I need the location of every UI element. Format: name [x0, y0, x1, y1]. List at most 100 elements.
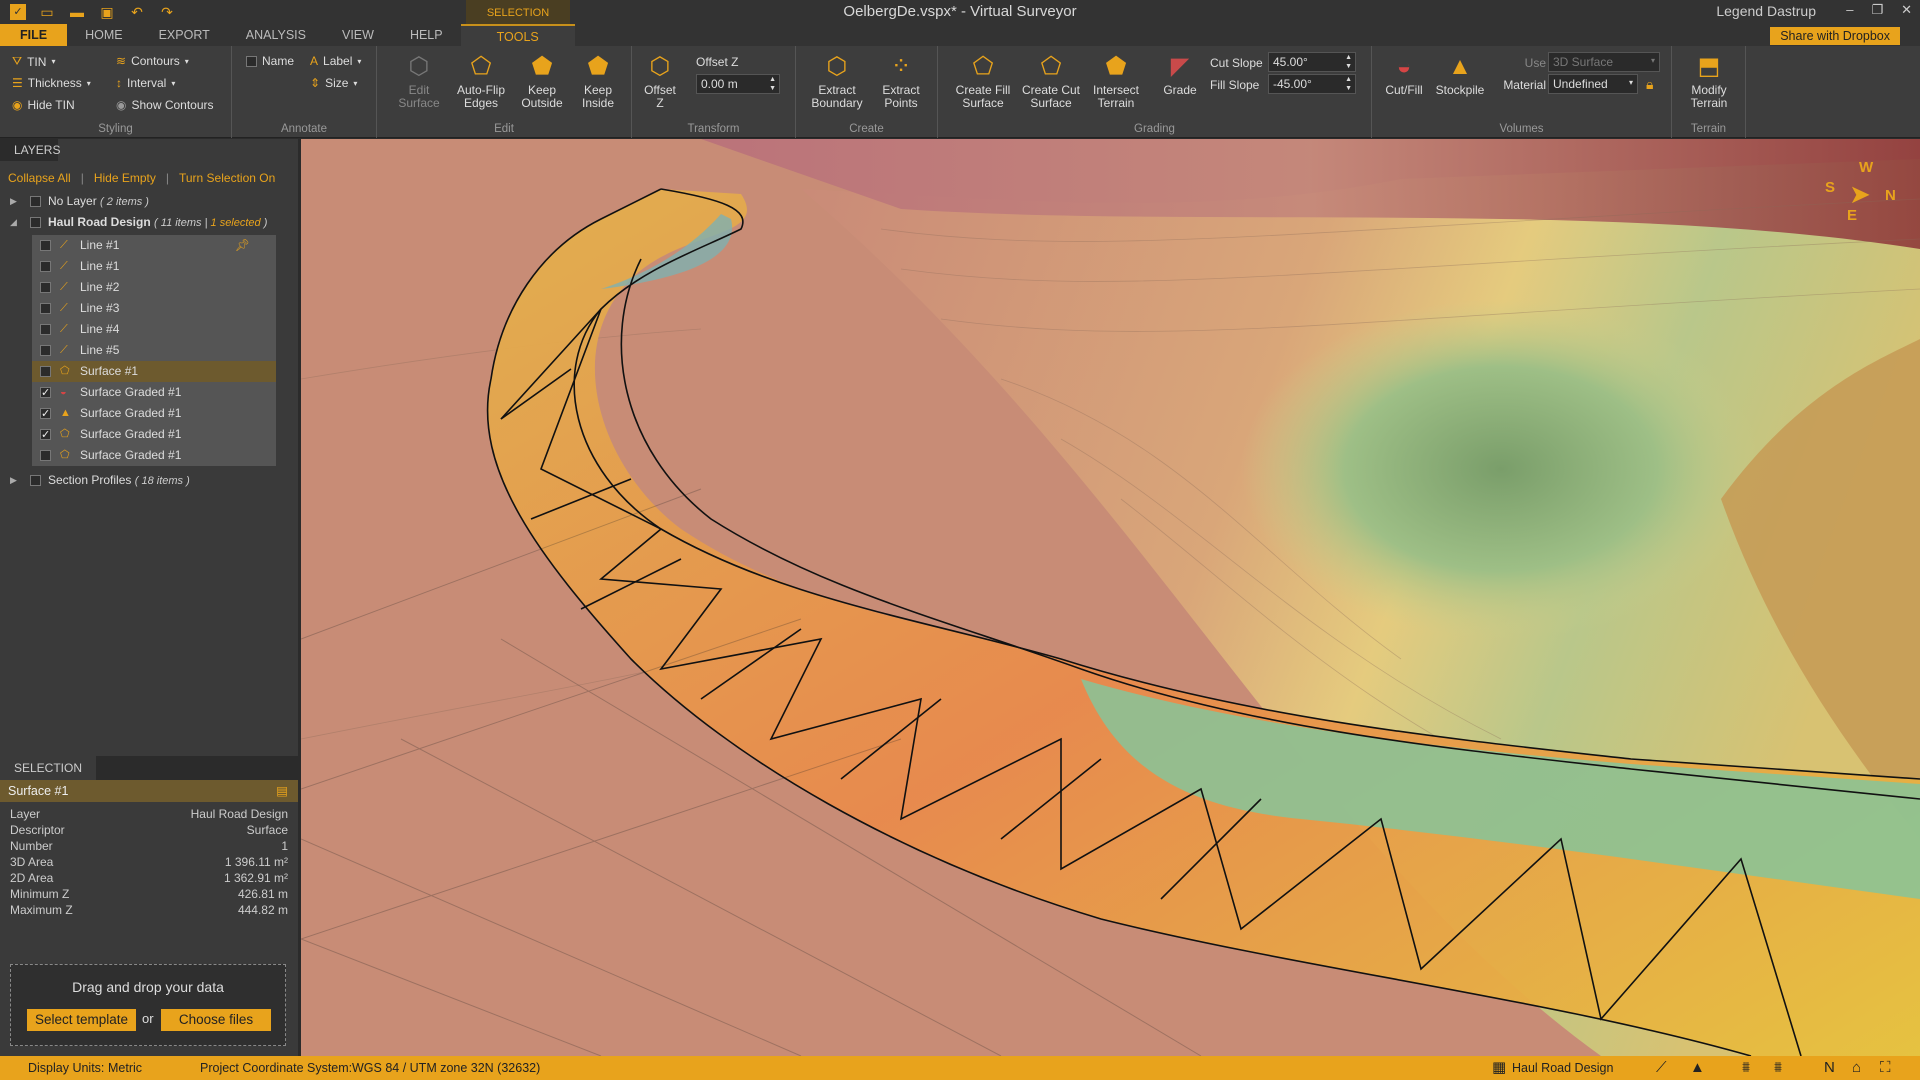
collapse-icon[interactable]: ◢: [10, 212, 17, 233]
create-cut-surface-button[interactable]: ⬠ Create Cut Surface: [1018, 52, 1084, 110]
list-item-selected[interactable]: ⬠ Surface #1: [32, 361, 276, 382]
minimize-icon[interactable]: –: [1846, 2, 1853, 18]
offset-z-input[interactable]: 0.00 m ▲ ▼: [696, 74, 780, 94]
item-checkbox[interactable]: [40, 324, 51, 335]
item-checkbox[interactable]: [40, 345, 51, 356]
item-checkbox[interactable]: [40, 450, 51, 461]
label-dropdown[interactable]: A Label ▾: [310, 54, 361, 68]
restore-icon[interactable]: ❐: [1871, 2, 1883, 18]
tin-dropdown[interactable]: ⛛ TIN ▾: [12, 54, 55, 69]
fullscreen-icon[interactable]: ⛶: [1880, 1056, 1891, 1080]
north-icon[interactable]: N: [1824, 1056, 1835, 1080]
tab-tools[interactable]: TOOLS: [460, 24, 575, 46]
list-item[interactable]: ⟋ Line #1 📌︎: [32, 235, 276, 256]
offset-z-button[interactable]: ⬡ Offset Z: [638, 52, 682, 110]
undo-icon[interactable]: ↶: [128, 4, 146, 21]
name-checkbox[interactable]: Name: [246, 54, 294, 68]
tab-home[interactable]: HOME: [67, 24, 141, 46]
collapse-all-link[interactable]: Collapse All: [8, 171, 71, 185]
list-item[interactable]: ⟋ Line #2: [32, 277, 276, 298]
selection-header[interactable]: SELECTION: [0, 756, 97, 780]
app-logo-icon[interactable]: ✓: [10, 4, 26, 20]
fill-slope-input[interactable]: -45.00° ▲ ▼: [1268, 74, 1356, 94]
item-checkbox[interactable]: [40, 404, 51, 425]
item-checkbox[interactable]: [40, 261, 51, 272]
hide-empty-link[interactable]: Hide Empty: [94, 171, 156, 185]
auto-flip-edges-button[interactable]: ⬠ Auto-Flip Edges: [451, 52, 511, 110]
tab-export[interactable]: EXPORT: [141, 24, 228, 46]
grade-button[interactable]: ◤ Grade: [1160, 52, 1200, 97]
item-checkbox[interactable]: [40, 383, 51, 404]
show-contours-button[interactable]: ◉ Show Contours: [116, 98, 214, 112]
extract-boundary-button[interactable]: ⬡ Extract Boundary: [806, 52, 868, 110]
hide-tin-button[interactable]: ◉ Hide TIN: [12, 98, 75, 112]
expand-icon[interactable]: ▶: [10, 470, 17, 491]
stockpile-button[interactable]: ▲ Stockpile: [1432, 52, 1488, 97]
layer-checkbox[interactable]: [30, 475, 41, 486]
use-dropdown[interactable]: 3D Surface ▾: [1548, 52, 1660, 72]
home-icon[interactable]: ⌂: [1852, 1056, 1861, 1080]
stockpile-status-icon[interactable]: ▲: [1690, 1056, 1705, 1080]
cut-fill-button[interactable]: ◒ Cut/Fill: [1378, 52, 1430, 97]
grading-view-icon[interactable]: ⩩: [1774, 1056, 1782, 1080]
list-item[interactable]: ⟋ Line #1: [32, 256, 276, 277]
redo-icon[interactable]: ↷: [158, 4, 176, 21]
open-folder-icon[interactable]: ▬: [68, 4, 86, 20]
thickness-dropdown[interactable]: ☰ Thickness ▾: [12, 76, 91, 90]
crs-value[interactable]: WGS 84 / UTM zone 32N (32632): [352, 1056, 540, 1080]
pin-icon[interactable]: 📌︎: [235, 235, 250, 256]
modify-terrain-button[interactable]: ⬒ Modify Terrain: [1682, 52, 1736, 110]
3d-viewport[interactable]: W S N E ➤: [301, 139, 1920, 1056]
list-item[interactable]: ⟋ Line #3: [32, 298, 276, 319]
list-item[interactable]: ⟋ Line #4: [32, 319, 276, 340]
name-checkbox-box[interactable]: [246, 55, 257, 67]
turn-selection-on-link[interactable]: Turn Selection On: [179, 171, 275, 185]
layer-section-profiles[interactable]: ▶ Section Profiles ( 18 items ): [0, 470, 298, 491]
share-dropbox-button[interactable]: Share with Dropbox: [1770, 27, 1900, 45]
cut-slope-spinner-icon[interactable]: ▲ ▼: [1345, 53, 1352, 71]
compass-widget[interactable]: W S N E ➤: [1821, 159, 1901, 239]
tab-file[interactable]: FILE: [0, 24, 68, 46]
item-checkbox[interactable]: [40, 366, 51, 377]
tab-view[interactable]: VIEW: [324, 24, 392, 46]
list-item[interactable]: ⬠ Surface Graded #1: [32, 424, 276, 446]
list-item[interactable]: ⟋ Line #5: [32, 340, 276, 361]
tab-analysis[interactable]: ANALYSIS: [228, 24, 324, 46]
expand-icon[interactable]: ▶: [10, 191, 17, 212]
material-dropdown[interactable]: Undefined ▾: [1548, 74, 1638, 94]
choose-files-button[interactable]: Choose files: [161, 1009, 271, 1031]
extract-points-button[interactable]: ⁘ Extract Points: [876, 52, 926, 110]
layer-checkbox[interactable]: [30, 217, 41, 228]
layer-no-layer[interactable]: ▶ No Layer ( 2 items ): [0, 191, 298, 212]
select-template-button[interactable]: Select template: [27, 1009, 137, 1031]
item-checkbox[interactable]: [40, 240, 51, 251]
contours-dropdown[interactable]: ≋ Contours ▾: [116, 54, 189, 68]
active-layer[interactable]: Haul Road Design: [1512, 1056, 1613, 1080]
offset-z-spinner-icon[interactable]: ▲ ▼: [769, 75, 776, 93]
keep-outside-button[interactable]: ⬟ Keep Outside: [517, 52, 567, 110]
save-icon[interactable]: ▣: [98, 4, 116, 21]
item-checkbox[interactable]: [40, 282, 51, 293]
user-name[interactable]: Legend Dastrup: [1716, 3, 1816, 19]
profile-icon[interactable]: ⟋: [1656, 1056, 1667, 1080]
tab-help[interactable]: HELP: [392, 24, 461, 46]
display-units-value[interactable]: Metric: [108, 1056, 142, 1080]
create-fill-surface-button[interactable]: ⬠ Create Fill Surface: [950, 52, 1016, 110]
item-checkbox[interactable]: [40, 303, 51, 314]
interval-dropdown[interactable]: ↕ Interval ▾: [116, 76, 175, 90]
drop-zone[interactable]: Drag and drop your data Select template …: [10, 964, 286, 1046]
new-project-icon[interactable]: ▭: [38, 4, 56, 21]
lock-icon[interactable]: 🔒︎: [1646, 76, 1653, 93]
list-item[interactable]: ⬠ Surface Graded #1: [32, 445, 276, 466]
list-item[interactable]: ◒ Surface Graded #1: [32, 382, 276, 404]
terrain-view-icon[interactable]: ⩩: [1742, 1056, 1750, 1080]
item-checkbox[interactable]: [40, 425, 51, 446]
layer-haul-road-design[interactable]: ◢ Haul Road Design ( 11 items | 1 select…: [0, 212, 298, 233]
close-icon[interactable]: ✕: [1901, 2, 1912, 18]
cut-slope-input[interactable]: 45.00° ▲ ▼: [1268, 52, 1356, 72]
edit-surface-button[interactable]: ⬡ Edit Surface: [393, 52, 445, 110]
layer-checkbox[interactable]: [30, 196, 41, 207]
clipboard-icon[interactable]: ▤: [276, 780, 288, 802]
list-item[interactable]: ▲ Surface Graded #1: [32, 403, 276, 425]
keep-inside-button[interactable]: ⬟ Keep Inside: [573, 52, 623, 110]
